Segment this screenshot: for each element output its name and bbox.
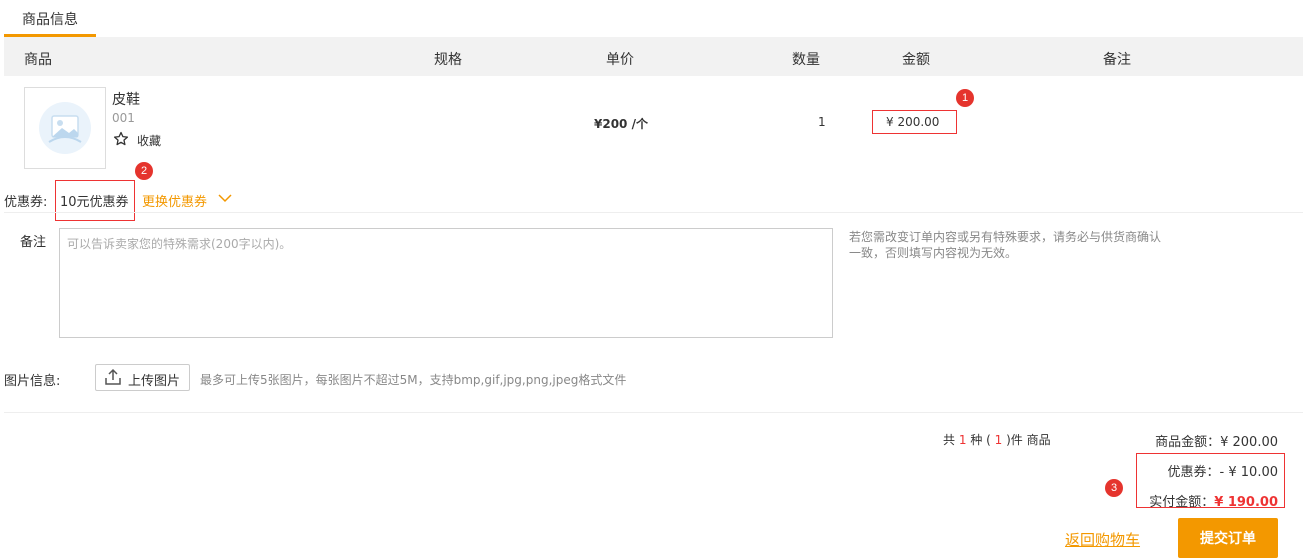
header-remark: 备注 <box>1103 52 1131 68</box>
line-amount: ¥ 200.00 <box>886 115 940 129</box>
remark-tip: 若您需改变订单内容或另有特殊要求，请务必与供货商确认一致，否则填写内容视为无效。 <box>849 230 1162 260</box>
upload-image-label[interactable]: 上传图片 <box>128 370 180 389</box>
kinds-unit: 种 ( <box>970 433 991 447</box>
item-count: 共 1 种 ( 1 )件 商品 <box>943 431 1051 448</box>
goods-amount-row: 商品金额：¥ 200.00 <box>1155 431 1278 450</box>
upload-icon[interactable] <box>104 368 122 386</box>
coupon-label: 优惠券: <box>4 195 48 210</box>
chevron-down-icon[interactable] <box>218 193 232 203</box>
product-sku: 001 <box>112 111 135 125</box>
submit-order-button[interactable]: 提交订单 <box>1178 518 1278 558</box>
tab-product-info-label: 商品信息 <box>22 12 78 28</box>
remark-label: 备注 <box>20 235 47 250</box>
back-to-cart-link[interactable]: 返回购物车 <box>1065 529 1140 550</box>
goods-amount-label: 商品金额： <box>1155 435 1221 450</box>
paid-amount-label: 实付金额： <box>1149 495 1215 510</box>
star-icon[interactable] <box>113 131 129 147</box>
quantity: 1 <box>818 115 826 129</box>
product-image[interactable] <box>24 87 106 169</box>
header-amount: 金额 <box>902 52 930 68</box>
remark-textarea[interactable] <box>59 228 833 338</box>
coupon-deduct-value: ¥ 10.00 <box>1228 465 1278 480</box>
header-product: 商品 <box>24 52 52 68</box>
divider <box>4 412 1303 413</box>
header-unit-price: 单价 <box>606 52 634 68</box>
paid-amount-value: ¥ 190.00 <box>1214 495 1278 510</box>
upload-tip: 最多可上传5张图片，每张图片不超过5M，支持bmp,gif,jpg,png,jp… <box>200 373 627 387</box>
annotation-badge-1: 1 <box>956 89 974 107</box>
product-name[interactable]: 皮鞋 <box>112 89 140 109</box>
coupon-value: 10元优惠券 <box>60 195 129 210</box>
annotation-badge-2: 2 <box>135 162 153 180</box>
favorite-label[interactable]: 收藏 <box>137 132 161 149</box>
image-placeholder-icon <box>39 102 91 154</box>
divider <box>4 212 1303 213</box>
image-info-label: 图片信息: <box>4 374 61 389</box>
change-coupon-link[interactable]: 更换优惠券 <box>142 191 207 210</box>
header-quantity: 数量 <box>792 52 820 68</box>
kinds-count: 1 <box>958 433 967 447</box>
items-unit: )件 商品 <box>1006 433 1051 447</box>
count-prefix: 共 <box>943 433 956 447</box>
items-count: 1 <box>994 433 1003 447</box>
coupon-deduct-row: 优惠券：- ¥ 10.00 <box>1168 461 1278 480</box>
annotation-badge-3: 3 <box>1105 479 1123 497</box>
goods-amount-value: ¥ 200.00 <box>1220 435 1278 450</box>
paid-amount-row: 实付金额：¥ 190.00 <box>1149 491 1278 510</box>
coupon-deduct-label: 优惠券：- <box>1167 465 1225 480</box>
header-spec: 规格 <box>434 52 462 68</box>
unit-price: ¥200 /个 <box>594 117 648 131</box>
